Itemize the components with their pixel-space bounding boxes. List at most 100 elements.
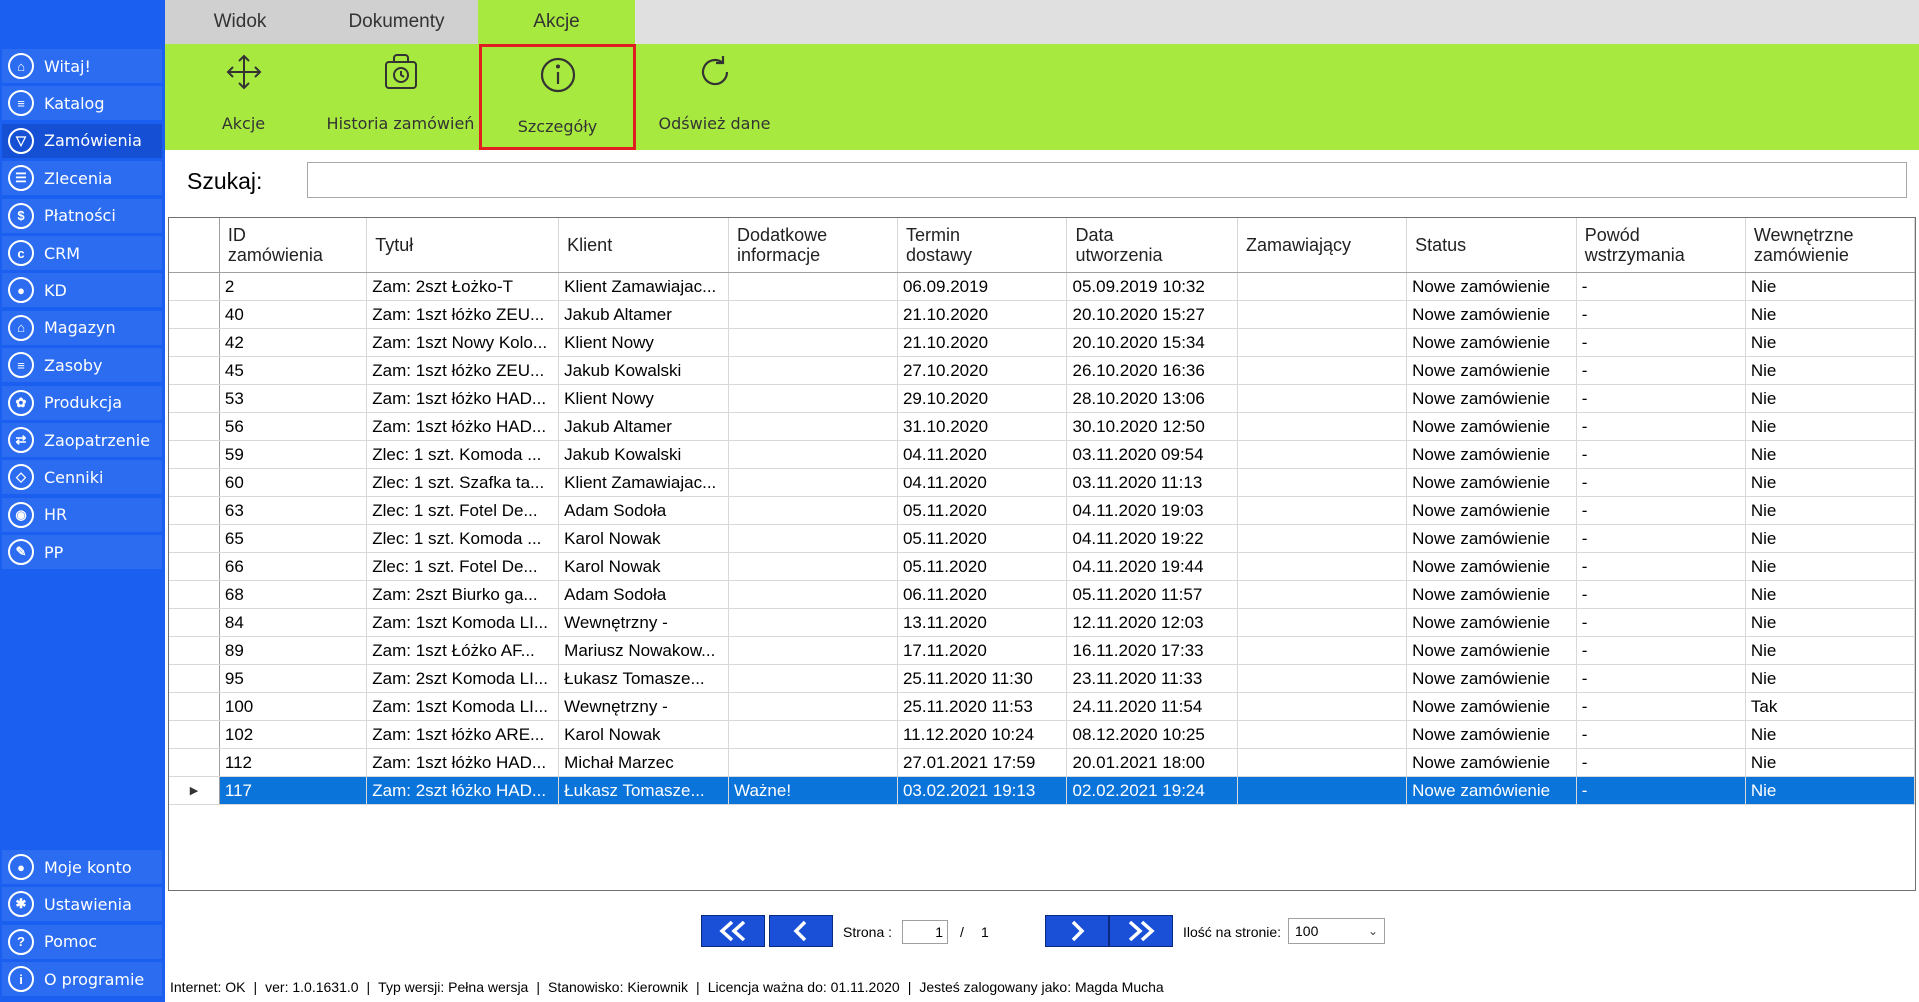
table-row[interactable]: ▶ 117 Zam: 2szt łóżko HAD... Łukasz Tomasze…	[169, 776, 1915, 805]
sidebar-item-zlecenia[interactable]: ☰ Zlecenia	[2, 161, 162, 196]
table-row[interactable]: 66 Zlec: 1 szt. Fotel De... Karol Nowak 05.…	[169, 552, 1915, 581]
row-indicator[interactable]	[169, 692, 220, 721]
row-indicator[interactable]	[169, 580, 220, 609]
table-row[interactable]: 60 Zlec: 1 szt. Szafka ta... Klient Zamawi…	[169, 468, 1915, 497]
sidebar-item-zasoby[interactable]: ≡ Zasoby	[2, 348, 162, 383]
row-indicator[interactable]: ▶	[169, 776, 220, 805]
gear-icon: ✱	[8, 891, 34, 918]
table-row[interactable]: 45 Zam: 1szt łóżko ZEU... Jakub Kowalski 27…	[169, 356, 1915, 385]
table-cell	[1237, 720, 1408, 749]
sidebar-item-cenniki[interactable]: ◇ Cenniki	[2, 460, 162, 495]
table-cell: Klient Zamawiajac...	[558, 272, 730, 301]
table-row[interactable]: 42 Zam: 1szt Nowy Kolo... Klient Nowy 21.10…	[169, 328, 1915, 357]
historia-zamowien-button[interactable]: Historia zamówień	[322, 44, 479, 150]
row-indicator[interactable]	[169, 496, 220, 525]
table-row[interactable]: 89 Zam: 1szt Łóżko AF... Mariusz Nowakow..…	[169, 636, 1915, 665]
row-indicator[interactable]	[169, 636, 220, 665]
table-row[interactable]: 63 Zlec: 1 szt. Fotel De... Adam Sodoła 05.…	[169, 496, 1915, 525]
sidebar-item-płatności[interactable]: $ Płatności	[2, 198, 162, 233]
row-indicator[interactable]	[169, 748, 220, 777]
row-indicator[interactable]	[169, 720, 220, 749]
status-separator: |	[907, 979, 912, 995]
row-indicator[interactable]	[169, 664, 220, 693]
sidebar-item-o-programie[interactable]: i O programie	[2, 962, 162, 997]
table-row[interactable]: 2 Zam: 2szt Łożko-T Klient Zamawiajac... 06…	[169, 272, 1915, 301]
row-indicator[interactable]	[169, 300, 220, 329]
table-cell	[1237, 328, 1408, 357]
sidebar-item-magazyn[interactable]: ⌂ Magazyn	[2, 310, 162, 345]
pp-icon: ✎	[8, 539, 34, 566]
column-header[interactable]: Status	[1406, 218, 1577, 273]
column-header[interactable]: Tytuł	[366, 218, 560, 273]
sidebar-item-pp[interactable]: ✎ PP	[2, 535, 162, 570]
row-indicator[interactable]	[169, 552, 220, 581]
row-indicator[interactable]	[169, 524, 220, 553]
sidebar-item-hr[interactable]: ◉ HR	[2, 497, 162, 532]
row-indicator[interactable]	[169, 384, 220, 413]
tab-dokumenty[interactable]: Dokumenty	[315, 0, 478, 44]
first-page-button[interactable]	[701, 915, 765, 947]
table-row[interactable]: 59 Zlec: 1 szt. Komoda ... Jakub Kowalski 0…	[169, 440, 1915, 469]
page-number-input[interactable]	[902, 920, 948, 944]
column-header[interactable]: Klient	[558, 218, 730, 273]
table-cell: Nie	[1745, 748, 1915, 777]
table-row[interactable]: 40 Zam: 1szt łóżko ZEU... Jakub Altamer 21.…	[169, 300, 1915, 329]
per-page-select[interactable]: 100 ⌄	[1288, 918, 1385, 944]
history-bag-icon	[384, 54, 417, 89]
table-row[interactable]: 68 Zam: 2szt Biurko ga... Adam Sodoła 06.11…	[169, 580, 1915, 609]
akcje-button[interactable]: Akcje	[165, 44, 322, 150]
table-cell: -	[1576, 412, 1746, 441]
sidebar-item-moje-konto[interactable]: ● Moje konto	[2, 850, 162, 884]
column-header[interactable]: Powód wstrzymania	[1576, 218, 1746, 273]
row-indicator[interactable]	[169, 468, 220, 497]
odswiez-dane-button[interactable]: Odśwież dane	[636, 44, 793, 150]
table-cell	[728, 580, 898, 609]
row-indicator[interactable]	[169, 608, 220, 637]
table-row[interactable]: 95 Zam: 2szt Komoda LI... Łukasz Tomasze..…	[169, 664, 1915, 693]
table-row[interactable]: 65 Zlec: 1 szt. Komoda ... Karol Nowak 05.1…	[169, 524, 1915, 553]
table-cell: 66	[219, 552, 368, 581]
sidebar-item-witaj-[interactable]: ⌂ Witaj!	[2, 49, 162, 83]
sidebar-item-crm[interactable]: c CRM	[2, 236, 162, 270]
table-row[interactable]: 56 Zam: 1szt łóżko HAD... Jakub Altamer 31.…	[169, 412, 1915, 441]
sidebar-item-kd[interactable]: ● KD	[2, 273, 162, 308]
sidebar-item-ustawienia[interactable]: ✱ Ustawienia	[2, 887, 162, 922]
column-header[interactable]: Wewnętrzne zamówienie	[1745, 218, 1915, 273]
sidebar-item-zamówienia[interactable]: ▽ Zamówienia	[2, 123, 162, 158]
table-row[interactable]: 100 Zam: 1szt Komoda LI... Wewnętrzny - 25.…	[169, 692, 1915, 721]
table-cell: 95	[219, 664, 368, 693]
table-cell: 23.11.2020 11:33	[1066, 664, 1238, 693]
sidebar-item-label: Ustawienia	[44, 894, 132, 914]
sidebar-item-katalog[interactable]: ≡ Katalog	[2, 86, 162, 121]
row-indicator[interactable]	[169, 272, 220, 301]
row-indicator[interactable]	[169, 412, 220, 441]
column-header[interactable]: Data utworzenia	[1066, 218, 1238, 273]
column-header[interactable]: Dodatkowe informacje	[728, 218, 898, 273]
table-row[interactable]: 84 Zam: 1szt Komoda LI... Wewnętrzny - 13.1…	[169, 608, 1915, 637]
szczegoly-button[interactable]: Szczegóły	[479, 44, 636, 150]
table-cell: Nie	[1745, 580, 1915, 609]
table-cell: -	[1576, 748, 1746, 777]
sidebar-item-pomoc[interactable]: ? Pomoc	[2, 924, 162, 959]
prev-page-button[interactable]	[769, 915, 833, 947]
row-indicator[interactable]	[169, 440, 220, 469]
last-page-button[interactable]	[1109, 915, 1173, 947]
tab-widok[interactable]: Widok	[165, 0, 315, 44]
column-header[interactable]: Termin dostawy	[897, 218, 1068, 273]
table-row[interactable]: 102 Zam: 1szt łóżko ARE... Karol Nowak 11.1…	[169, 720, 1915, 749]
tab-akcje[interactable]: Akcje	[478, 0, 635, 44]
table-cell: 42	[219, 328, 368, 357]
table-row[interactable]: 112 Zam: 1szt łóżko HAD... Michał Marzec 27…	[169, 748, 1915, 777]
row-indicator[interactable]	[169, 328, 220, 357]
table-cell: -	[1576, 300, 1746, 329]
column-header[interactable]: ID zamówienia	[219, 218, 368, 273]
row-indicator[interactable]	[169, 356, 220, 385]
status-separator: |	[253, 979, 258, 995]
table-cell: Ważne!	[728, 776, 898, 805]
sidebar-item-zaopatrzenie[interactable]: ⇄ Zaopatrzenie	[2, 423, 162, 457]
column-header[interactable]: Zamawiający	[1237, 218, 1408, 273]
search-input[interactable]	[307, 162, 1907, 198]
table-row[interactable]: 53 Zam: 1szt łóżko HAD... Klient Nowy 29.10…	[169, 384, 1915, 413]
next-page-button[interactable]	[1045, 915, 1109, 947]
sidebar-item-produkcja[interactable]: ✿ Produkcja	[2, 385, 162, 420]
